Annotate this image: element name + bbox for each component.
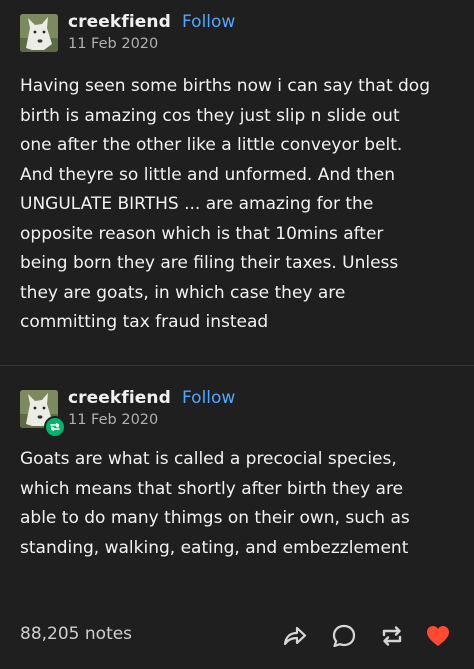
post-header: creekfiend Follow 11 Feb 2020 <box>20 388 460 438</box>
username[interactable]: creekfiend <box>68 12 171 32</box>
reblog-icon[interactable] <box>378 622 406 650</box>
post-body: Goats are what is called a precocial spe… <box>20 445 460 563</box>
post-body-line: Having seen some births now i can say th… <box>20 76 430 96</box>
username[interactable]: creekfiend <box>68 388 171 408</box>
share-icon[interactable] <box>280 622 308 650</box>
post-body-line: able to do many thimgs on their own, suc… <box>20 508 410 528</box>
post-body-line: which means that shortly after birth the… <box>20 478 404 499</box>
post-body-line: And theyre so little and unformed. And t… <box>20 164 395 185</box>
follow-button[interactable]: Follow <box>182 388 235 408</box>
post-date: 11 Feb 2020 <box>68 412 159 428</box>
follow-button[interactable]: Follow <box>182 12 235 32</box>
avatar[interactable] <box>20 14 58 52</box>
post-footer: 88,205 notes <box>0 610 474 662</box>
reply-icon[interactable] <box>330 622 358 650</box>
post-body-line: being born they are filing their taxes. … <box>20 253 399 273</box>
post-body: Having seen some births now i can say th… <box>20 72 460 338</box>
post-body-line: opposite reason which is that 10mins aft… <box>20 223 384 244</box>
post-body-line: birth is amazing cos they just slip n sl… <box>20 105 400 126</box>
notes-count[interactable]: 88,205 notes <box>20 624 132 644</box>
post-body-line: they are goats, in which case they are <box>20 282 346 303</box>
post-body-line: UNGULATE BIRTHS ... are amazing for the <box>20 194 374 214</box>
post-header: creekfiend Follow 11 Feb 2020 <box>20 12 460 56</box>
post-body-line: Goats are what is called a precocial spe… <box>20 449 397 469</box>
reblog-badge-icon <box>44 416 66 438</box>
post-body-line: committing tax fraud instead <box>20 312 269 332</box>
heart-icon[interactable] <box>424 622 452 650</box>
post-date: 11 Feb 2020 <box>68 36 159 52</box>
post-body-line: standing, walking, eating, and embezzlem… <box>20 537 409 558</box>
post-body-line: one after the other like a little convey… <box>20 135 403 155</box>
divider <box>0 365 474 366</box>
